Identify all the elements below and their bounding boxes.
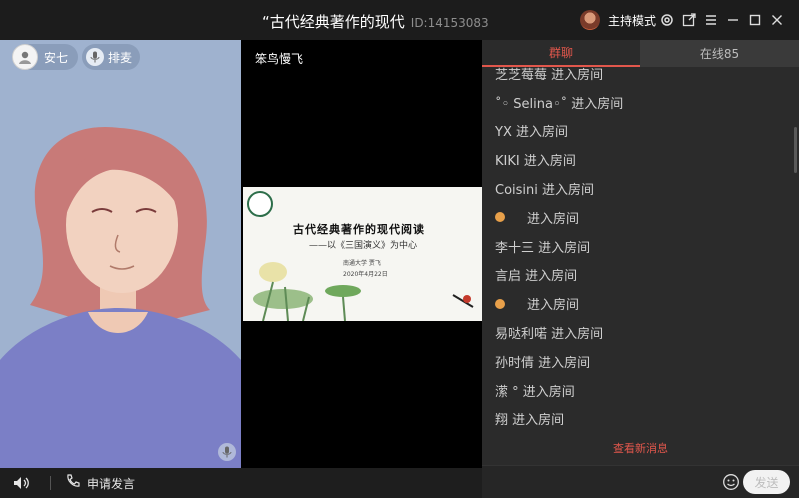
mic-queue-button[interactable]: 排麦 [82,44,141,70]
chat-message-text: 李十三 进入房间 [495,240,591,256]
apply-speak-label: 申请发言 [87,476,136,491]
middle-user-name: 笨鸟慢飞 [255,52,304,66]
chat-message-text: 易哒利喏 进入房间 [495,327,604,343]
slide-date: 2020年4月22日 [343,271,388,278]
title-wrap: “古代经典著作的现代 ID:14153083 [262,11,489,32]
phone-icon [65,473,81,493]
chat-message-text: 进入房间 [527,211,580,227]
left-video-tile[interactable]: 安七 排麦 [0,40,241,468]
chat-message: 潆 ° 进入房间 [495,376,623,405]
apply-speak-button[interactable]: 申请发言 [65,473,135,493]
bottom-toolbar: 申请发言 [0,468,482,498]
chat-message: 进入房间 [495,203,623,232]
chat-message-text: 言启 进入房间 [495,269,578,285]
mic-muted-icon [218,443,236,461]
tab-group-chat[interactable]: 群聊 [482,40,640,67]
middle-video-tile[interactable]: 笨鸟慢飞 古代经典著作的现代阅读 ——以《三国演义》为中心 南通大学 贾飞 20… [241,40,483,468]
mic-queue-label: 排麦 [108,50,133,65]
chat-message: 芝芝莓莓 进入房间 [495,67,623,88]
slide-subtitle: ——以《三国演义》为中心 [309,241,418,251]
chat-message: 进入房间 [495,289,623,318]
chat-message: 言启 进入房间 [495,261,623,290]
emoji-smile-icon[interactable] [722,473,740,491]
close-icon[interactable] [766,10,788,30]
chat-message-list[interactable]: 芝芝莓莓 进入房间 ˚◦ Selina◦˚ 进入房间 YX 进入房间 KIKI 进入房… [482,67,799,447]
chat-message: 翔 进入房间 [495,405,623,434]
chat-tabs: 群聊 在线85 [482,40,799,67]
chat-message: KIKI 进入房间 [495,145,623,174]
cartoon-woman-illustration [0,126,241,468]
room-title: “古代经典著作的现代 [262,13,405,31]
menu-icon[interactable] [700,10,722,30]
share-icon[interactable] [678,10,700,30]
chat-message: ˚◦ Selina◦˚ 进入房间 [495,88,623,117]
chat-message-text: 翔 进入房间 [495,413,565,429]
user-chip: 安七 [12,44,79,70]
view-new-messages-link[interactable]: 查看新消息 [482,440,799,456]
minimize-icon[interactable] [722,10,744,30]
chat-message-text: 芝芝莓莓 进入房间 [495,67,604,83]
lotus-decoration [253,262,474,321]
user-emoji-icon [495,298,505,309]
room-id: ID:14153083 [410,16,489,30]
host-mode-label: 主持模式 [608,13,657,28]
chat-message: 易哒利喏 进入房间 [495,318,623,347]
chat-message-text: 孙时倩 进入房间 [495,355,591,371]
user-avatar [12,44,38,70]
chat-input-row: 发送 [482,465,799,498]
chat-message-text: 潆 ° 进入房间 [495,384,575,400]
maximize-icon[interactable] [744,10,766,30]
host-avatar [580,10,600,30]
tab-online[interactable]: 在线85 [640,40,799,67]
chat-message-text: 进入房间 [527,298,580,314]
chat-message-text: KIKI 进入房间 [495,154,576,170]
chat-message: 孙时倩 进入房间 [495,347,623,376]
chat-message-text: YX 进入房间 [495,125,568,141]
toolbar-divider [50,476,51,490]
slide-title: 古代经典著作的现代阅读 [293,223,425,236]
chat-message-text: ˚◦ Selina◦˚ 进入房间 [495,96,624,112]
left-user-name: 安七 [44,50,69,65]
chat-scrollbar[interactable] [794,127,797,173]
send-button[interactable]: 发送 [743,470,790,494]
chat-message-text: Coisini 进入房间 [495,183,595,199]
chat-panel: 群聊 在线85 芝芝莓莓 进入房间 ˚◦ Selina◦˚ 进入房间 YX 进入房间… [482,40,799,498]
chat-message-container: 芝芝莓莓 进入房间 ˚◦ Selina◦˚ 进入房间 YX 进入房间 KIKI 进入房… [495,67,623,433]
chat-message: Coisini 进入房间 [495,174,623,203]
slide-author: 南通大学 贾飞 [343,260,381,267]
chat-message: 李十三 进入房间 [495,232,623,261]
title-bar: “古代经典著作的现代 ID:14153083 主持模式 [0,0,799,40]
chat-input[interactable] [490,471,720,493]
shared-slide: 古代经典著作的现代阅读 ——以《三国演义》为中心 南通大学 贾飞 2020年4月… [243,187,483,321]
window-controls [656,10,788,30]
host-mode[interactable]: 主持模式 [580,10,656,30]
user-emoji-icon [495,212,505,223]
speaker-volume-icon[interactable] [12,474,30,492]
microphone-icon [86,48,104,66]
settings-gear-icon[interactable] [656,10,678,30]
chat-message: YX 进入房间 [495,117,623,146]
